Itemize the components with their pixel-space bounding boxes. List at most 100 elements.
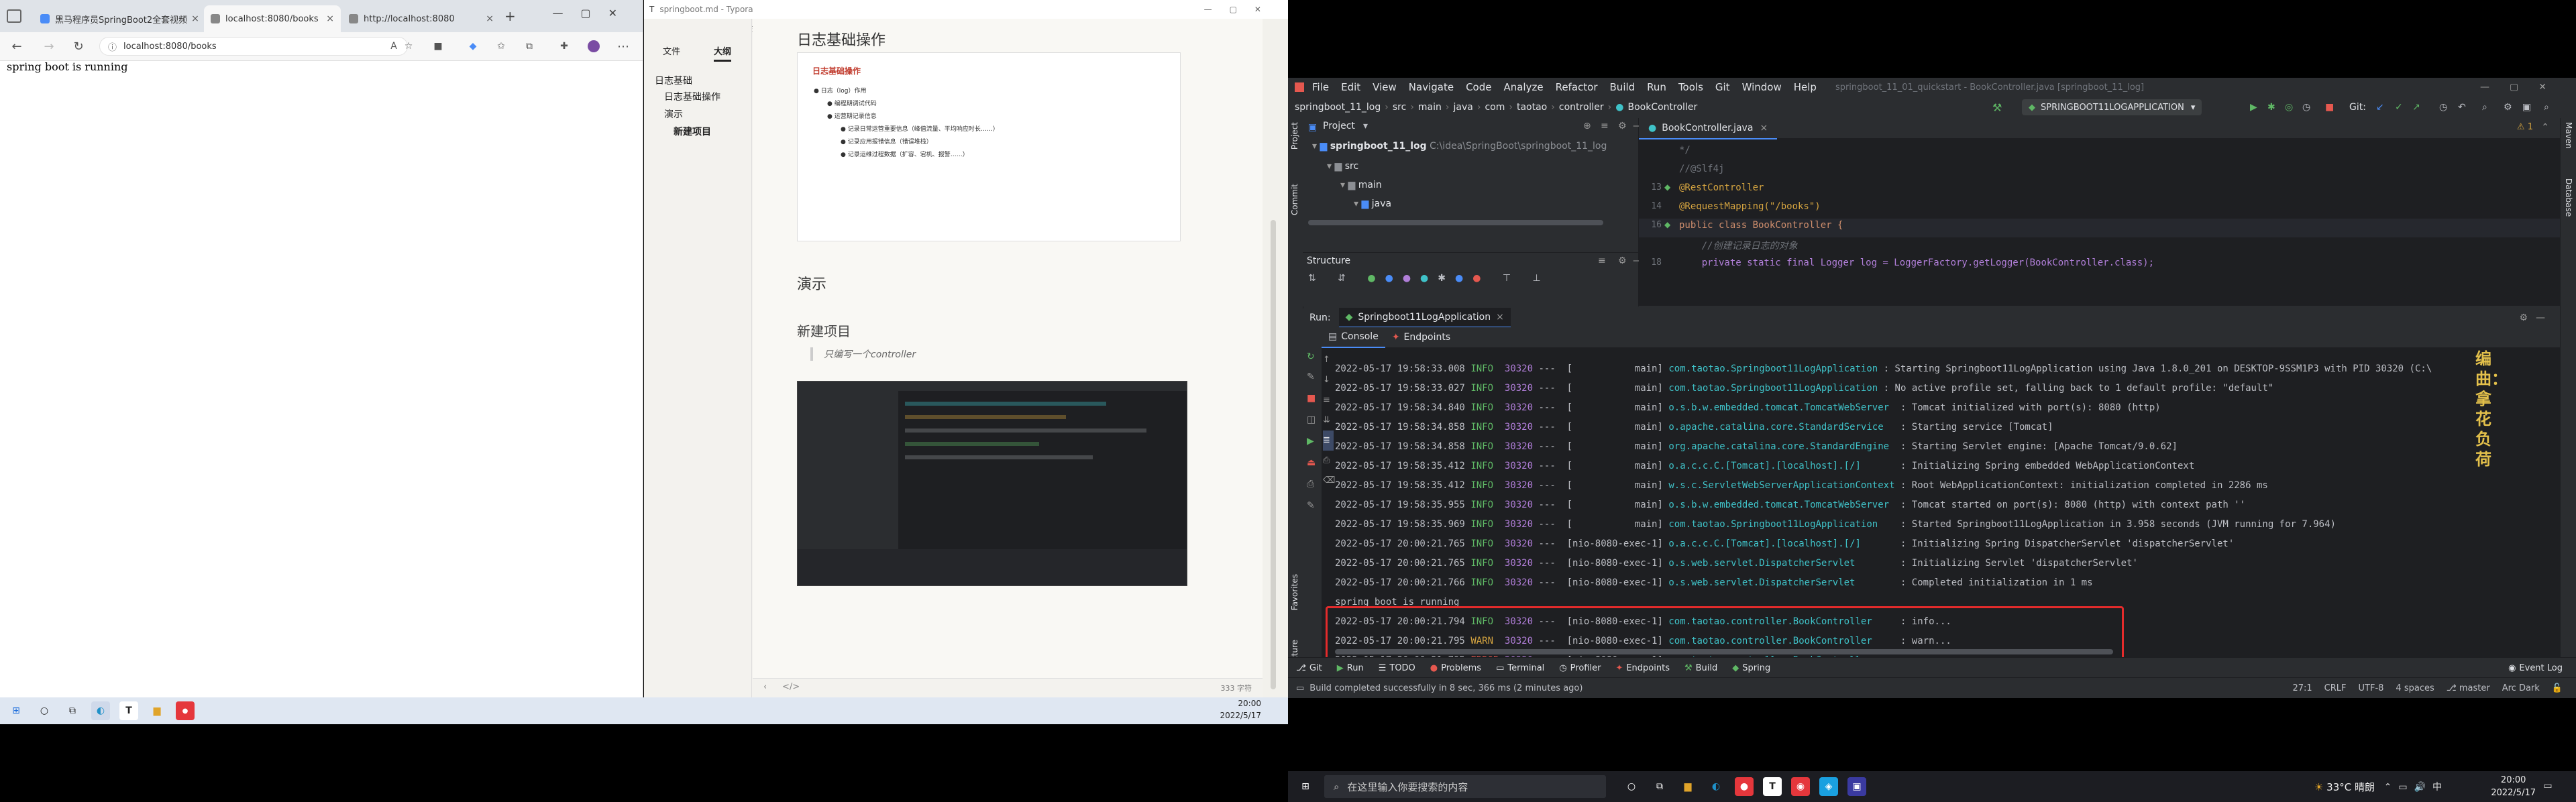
settings-gear-icon[interactable]: ⚙ (2504, 102, 2512, 113)
menu-analyze[interactable]: Analyze (1503, 81, 1543, 93)
menu-refactor[interactable]: Refactor (1556, 81, 1598, 93)
scroll-to-end-icon[interactable]: ⇊ (1323, 410, 1335, 431)
print-icon[interactable]: ⎙ (1307, 479, 1314, 490)
breadcrumb-item[interactable]: taotao (1517, 102, 1547, 113)
search-icon[interactable]: ○ (35, 701, 54, 720)
extensions-puzzle-icon[interactable]: ✚ (555, 38, 573, 55)
code-editor[interactable]: ● BookController.java × ⚠ 1 ⌃ */ //@Slf4… (1639, 118, 2560, 306)
typora-icon[interactable]: T (119, 701, 138, 720)
exit-icon[interactable]: ⏏ (1307, 457, 1316, 468)
maven-tool-tab[interactable]: Maven (2564, 122, 2573, 149)
bottom-tab-terminal[interactable]: ▭ Terminal (1496, 663, 1544, 673)
menu-build[interactable]: Build (1610, 81, 1635, 93)
favorite-star-icon[interactable]: ☆ (400, 38, 417, 55)
window-controls[interactable]: —▢✕ (1204, 5, 1279, 14)
menu-view[interactable]: View (1373, 81, 1397, 93)
task-view-icon[interactable]: ⧉ (63, 701, 82, 720)
outline-item[interactable]: 新建项目 (674, 125, 711, 138)
more-menu-icon[interactable]: ⋯ (614, 38, 632, 55)
menu-code[interactable]: Code (1466, 81, 1491, 93)
bottom-tab-git[interactable]: ⎇ Git (1296, 663, 1322, 673)
hide-panel-icon[interactable]: — (2536, 312, 2545, 323)
breadcrumb-item[interactable]: src (1393, 102, 1406, 113)
menu-run[interactable]: Run (1647, 81, 1666, 93)
tree-item-main[interactable]: ▾ ▆ main (1340, 180, 1382, 190)
filter-icon[interactable]: ≣ (1323, 431, 1334, 451)
favorites-tool-tab[interactable]: Favorites (1290, 574, 1299, 610)
build-hammer-icon[interactable]: ⚒ (1992, 101, 2002, 114)
menu-help[interactable]: Help (1794, 81, 1817, 93)
breadcrumb-item[interactable]: controller (1559, 102, 1604, 113)
typora-icon[interactable]: T (1763, 777, 1782, 796)
app-icon[interactable]: ● (176, 701, 195, 720)
pin-icon[interactable]: ✎ (1307, 500, 1315, 511)
select-opened-file-icon[interactable]: ⊕ (1583, 121, 1591, 131)
rerun-icon[interactable]: ↻ (1307, 351, 1315, 362)
debug-icon[interactable]: ✱ (2267, 102, 2275, 113)
taskbar-clock[interactable]: 20:00 2022/5/17 (1220, 697, 1261, 722)
scrollbar-thumb[interactable] (1271, 220, 1276, 689)
intellij-icon[interactable]: ▣ (1847, 777, 1866, 796)
source-mode-icon[interactable]: </> (782, 682, 800, 692)
chevron-up-icon[interactable]: ⌃ (2541, 122, 2549, 133)
breadcrumb-item[interactable]: main (1418, 102, 1442, 113)
status-build-icon[interactable]: ▭ (1296, 683, 1304, 693)
endpoints-tab[interactable]: ✦ Endpoints (1385, 327, 1457, 347)
collapse-all-icon[interactable]: ≡ (1601, 121, 1609, 131)
close-tab-icon[interactable]: × (482, 13, 494, 24)
close-tab-icon[interactable]: × (1496, 312, 1504, 323)
breadcrumb-item[interactable]: springboot_11_log (1295, 102, 1381, 113)
coverage-icon[interactable]: ◎ (2285, 102, 2293, 113)
git-history-icon[interactable]: ◷ (2439, 102, 2447, 113)
scroll-down-icon[interactable]: ↓ (1323, 370, 1335, 390)
reload-icon[interactable]: ↻ (70, 38, 87, 55)
wrench-icon[interactable]: ✎ (1307, 371, 1315, 382)
outline-item[interactable]: 日志基础操作 (664, 90, 720, 103)
lock-icon[interactable]: 🔓 (2552, 683, 2563, 693)
typora-editor[interactable]: 日志基础操作 日志基础操作 ● 日志（log）作用 ● 编程期调试代码 ● 运营… (753, 19, 1263, 697)
menu-tools[interactable]: Tools (1678, 81, 1703, 93)
taskbar-search-input[interactable]: ⌕ 在这里输入你要搜索的内容 (1324, 775, 1606, 798)
project-panel-title[interactable]: Project (1323, 121, 1355, 131)
back-arrow-icon[interactable]: ← (8, 38, 25, 55)
database-tool-tab[interactable]: Database (2564, 178, 2573, 217)
windows-start-icon[interactable]: ⊞ (7, 701, 25, 720)
file-explorer-icon[interactable]: ▆ (1678, 777, 1697, 796)
ide-search-icon[interactable]: ⌕ (2544, 102, 2549, 113)
windows-start-icon[interactable]: ⊞ (1296, 777, 1315, 796)
editor-tab[interactable]: ● BookController.java × (1639, 118, 1778, 139)
taskbar-clock[interactable]: 20:00 2022/5/17 (2491, 774, 2536, 799)
stop-icon[interactable]: ■ (1307, 393, 1316, 404)
notifications-icon[interactable]: ▭ (2538, 777, 2557, 795)
git-commit-icon[interactable]: ✓ (2395, 102, 2403, 113)
tree-item-src[interactable]: ▾ ▆ src (1327, 161, 1358, 172)
file-explorer-icon[interactable]: ▆ (148, 701, 166, 720)
toggle-sidebar-icon[interactable]: ‹ (763, 682, 767, 692)
avatar[interactable] (585, 38, 602, 55)
netease-music-icon[interactable]: ◉ (1791, 777, 1810, 796)
cortana-icon[interactable]: ○ (1622, 777, 1641, 796)
task-view-icon[interactable]: ⧉ (1650, 777, 1669, 796)
gear-icon[interactable]: ⚙ (1618, 255, 1627, 266)
bottom-tab-spring[interactable]: ◆ Spring (1732, 663, 1770, 673)
print-icon[interactable]: ⎙ (1323, 451, 1335, 471)
close-tab-icon[interactable]: × (322, 13, 334, 24)
structure-toolbar[interactable]: ⇅ ⇵ ●●●●✱●● ⊤ ⊥ (1308, 273, 1550, 284)
weather-widget[interactable]: ☀ 33°C 晴朗 (2314, 780, 2375, 794)
git-push-icon[interactable]: ↗ (2412, 102, 2420, 113)
address-bar[interactable]: ⓘ localhost:8080/books (99, 37, 408, 56)
outline-item[interactable]: 日志基础 (655, 74, 692, 87)
tab-actions-icon[interactable] (7, 9, 21, 23)
gear-icon[interactable]: ⚙ (2519, 312, 2528, 323)
app-icon[interactable]: ● (1735, 777, 1754, 796)
git-branch[interactable]: ⎇ master (2447, 683, 2490, 693)
edge-icon[interactable]: ◐ (91, 701, 110, 720)
caret-position[interactable]: 27:1 (2292, 683, 2312, 693)
menu-edit[interactable]: Edit (1341, 81, 1360, 93)
theme-name[interactable]: Arc Dark (2502, 683, 2540, 693)
system-tray[interactable]: ⌃▭🔊中 (2384, 780, 2449, 793)
collections-icon[interactable]: ⧉ (521, 38, 538, 55)
git-rollback-icon[interactable]: ↶ (2458, 102, 2466, 113)
word-count[interactable]: 333 字符 (1221, 683, 1252, 693)
window-controls[interactable]: —▢✕ (552, 7, 635, 19)
